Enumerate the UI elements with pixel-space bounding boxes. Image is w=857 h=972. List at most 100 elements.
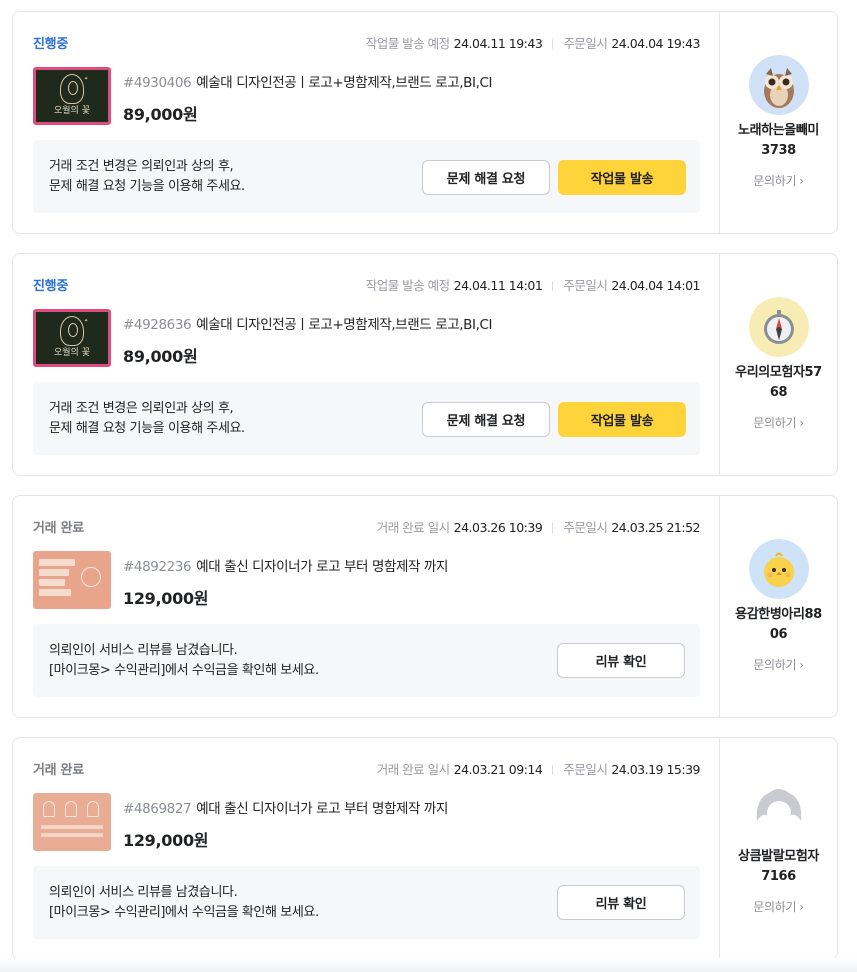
order-date-value: 24.04.04 14:01: [611, 278, 700, 293]
compass-avatar-icon[interactable]: [749, 297, 809, 357]
thumbnail-title: 오월의 꽃: [54, 348, 90, 358]
order-status-badge: 거래 완료: [33, 521, 84, 536]
order-notice-box: 거래 조건 변경은 의뢰인과 상의 후, 문제 해결 요청 기능을 이용해 주세…: [33, 382, 700, 455]
order-notice-box: 의뢰인이 서비스 리뷰를 남겼습니다. [마이크몽> 수익관리]에서 수익금을 …: [33, 624, 700, 697]
order-dates: 거래 완료 일시 24.03.21 09:14 주문일시 24.03.19 15:39: [376, 759, 701, 778]
flower-logo-icon: [60, 316, 84, 346]
notice-line: 문제 해결 요청 기능을 이용해 주세요.: [49, 421, 245, 436]
product-title-line[interactable]: #4892236 예대 출신 디자이너가 로고 부터 명함제작 까지: [123, 555, 448, 575]
contact-link[interactable]: 문의하기 ›: [720, 414, 837, 431]
order-date-value: 24.03.19 15:39: [611, 762, 700, 777]
request-resolution-button[interactable]: 문제 해결 요청: [422, 402, 550, 437]
order-card: 진행중 작업물 발송 예정 24.04.11 14:01 주문일시 24.04.04 …: [12, 253, 838, 476]
send-deliverable-button[interactable]: 작업물 발송: [558, 402, 686, 437]
product-title-line[interactable]: #4930406 예술대 디자인전공ㅣ로고+명함제작,브랜드 로고,BI,CI: [123, 71, 492, 91]
date-divider: [552, 39, 554, 49]
order-date-label: 주문일시: [563, 520, 608, 535]
order-number: #4892236: [123, 559, 192, 575]
notice-message: 거래 조건 변경은 의뢰인과 상의 후, 문제 해결 요청 기능을 이용해 주세…: [49, 399, 245, 439]
request-resolution-button[interactable]: 문제 해결 요청: [422, 160, 550, 195]
order-status-badge: 거래 완료: [33, 763, 84, 778]
buyer-panel: 용감한병아리88 06 문의하기 ›: [720, 496, 837, 717]
order-status-badge: 진행중: [33, 37, 68, 52]
buyer-name: 상큼발랄모험자 7166: [738, 849, 819, 884]
view-review-button[interactable]: 리뷰 확인: [557, 643, 685, 678]
delivery-date-value: 24.04.11 14:01: [453, 278, 543, 293]
date-divider: [552, 765, 554, 775]
order-date-label: 주문일시: [563, 278, 608, 293]
order-number: #4930406: [123, 75, 192, 91]
order-number: #4869827: [123, 801, 192, 817]
notice-line: 의뢰인이 서비스 리뷰를 남겼습니다.: [49, 643, 238, 658]
order-dates: 거래 완료 일시 24.03.26 10:39 주문일시 24.03.25 21:52: [376, 517, 701, 536]
notice-line: [마이크몽> 수익관리]에서 수익금을 확인해 보세요.: [49, 905, 319, 920]
product-title-line[interactable]: #4928636 예술대 디자인전공ㅣ로고+명함제작,브랜드 로고,BI,CI: [123, 313, 492, 333]
order-price: 129,000원: [123, 831, 209, 850]
default-user-avatar-icon[interactable]: [749, 781, 809, 841]
notice-line: 거래 조건 변경은 의뢰인과 상의 후,: [49, 159, 234, 174]
product-title: 예대 출신 디자이너가 로고 부터 명함제작 까지: [196, 559, 448, 575]
order-date-value: 24.04.04 19:43: [611, 36, 700, 51]
chick-avatar-icon[interactable]: [749, 539, 809, 599]
view-review-button[interactable]: 리뷰 확인: [557, 885, 685, 920]
buyer-name: 우리의모험자57 68: [735, 365, 822, 400]
notice-message: 거래 조건 변경은 의뢰인과 상의 후, 문제 해결 요청 기능을 이용해 주세…: [49, 157, 245, 197]
order-date-label: 주문일시: [563, 762, 608, 777]
completed-date-value: 24.03.21 09:14: [453, 762, 543, 777]
send-deliverable-button[interactable]: 작업물 발송: [558, 160, 686, 195]
contact-link[interactable]: 문의하기 ›: [720, 656, 837, 673]
delivery-date-label: 작업물 발송 예정: [365, 278, 450, 293]
order-card-main: 진행중 작업물 발송 예정 24.04.11 14:01 주문일시 24.04.04 …: [13, 254, 720, 475]
buyer-panel: 노래하는올빼미 3738 문의하기 ›: [720, 12, 837, 233]
owl-avatar-icon[interactable]: [749, 55, 809, 115]
order-price: 89,000원: [123, 347, 198, 366]
order-date-label: 주문일시: [563, 36, 608, 51]
product-title-line[interactable]: #4869827 예대 출신 디자이너가 로고 부터 명함제작 까지: [123, 797, 448, 817]
thumbnail-title: 오월의 꽃: [54, 106, 90, 116]
delivery-date-label: 작업물 발송 예정: [365, 36, 450, 51]
notice-line: 의뢰인이 서비스 리뷰를 남겼습니다.: [49, 885, 238, 900]
order-dates: 작업물 발송 예정 24.04.11 19:43 주문일시 24.04.04 19:4…: [365, 33, 701, 52]
product-title: 예술대 디자인전공ㅣ로고+명함제작,브랜드 로고,BI,CI: [196, 317, 493, 333]
product-thumbnail[interactable]: ✦ 오월의 꽃: [33, 309, 111, 367]
product-title: 예대 출신 디자이너가 로고 부터 명함제작 까지: [196, 801, 448, 817]
delivery-date-value: 24.04.11 19:43: [453, 36, 543, 51]
date-divider: [552, 281, 554, 291]
completed-date-label: 거래 완료 일시: [376, 762, 450, 777]
order-dates: 작업물 발송 예정 24.04.11 14:01 주문일시 24.04.04 14:0…: [365, 275, 701, 294]
contact-link[interactable]: 문의하기 ›: [720, 898, 837, 915]
notice-message: 의뢰인이 서비스 리뷰를 남겼습니다. [마이크몽> 수익관리]에서 수익금을 …: [49, 641, 319, 681]
order-price: 89,000원: [123, 105, 198, 124]
order-card-main: 거래 완료 거래 완료 일시 24.03.21 09:14 주문일시 24.03.19…: [13, 738, 720, 959]
completed-date-value: 24.03.26 10:39: [453, 520, 543, 535]
order-card-main: 거래 완료 거래 완료 일시 24.03.26 10:39 주문일시 24.03.25…: [13, 496, 720, 717]
order-notice-box: 거래 조건 변경은 의뢰인과 상의 후, 문제 해결 요청 기능을 이용해 주세…: [33, 140, 700, 213]
chevron-right-icon: ›: [799, 416, 804, 430]
notice-line: 문제 해결 요청 기능을 이용해 주세요.: [49, 179, 245, 194]
notice-line: 거래 조건 변경은 의뢰인과 상의 후,: [49, 401, 234, 416]
product-thumbnail[interactable]: ✦ 오월의 꽃: [33, 67, 111, 125]
order-status-badge: 진행중: [33, 279, 68, 294]
flower-logo-icon: [60, 74, 84, 104]
contact-link[interactable]: 문의하기 ›: [720, 172, 837, 189]
buyer-panel: 상큼발랄모험자 7166 문의하기 ›: [720, 738, 837, 959]
product-thumbnail[interactable]: [33, 793, 111, 851]
order-date-value: 24.03.25 21:52: [611, 520, 700, 535]
page-bottom-edge: [0, 958, 857, 972]
chevron-right-icon: ›: [799, 900, 804, 914]
product-thumbnail[interactable]: [33, 551, 111, 609]
order-card: 진행중 작업물 발송 예정 24.04.11 19:43 주문일시 24.04.04 …: [12, 11, 838, 234]
buyer-name: 용감한병아리88 06: [735, 607, 822, 642]
date-divider: [552, 523, 554, 533]
notice-line: [마이크몽> 수익관리]에서 수익금을 확인해 보세요.: [49, 663, 319, 678]
completed-date-label: 거래 완료 일시: [376, 520, 450, 535]
order-card: 거래 완료 거래 완료 일시 24.03.26 10:39 주문일시 24.03.25…: [12, 495, 838, 718]
chevron-right-icon: ›: [799, 658, 804, 672]
order-card-main: 진행중 작업물 발송 예정 24.04.11 19:43 주문일시 24.04.04 …: [13, 12, 720, 233]
order-price: 129,000원: [123, 589, 209, 608]
buyer-name: 노래하는올빼미 3738: [738, 123, 819, 158]
product-title: 예술대 디자인전공ㅣ로고+명함제작,브랜드 로고,BI,CI: [196, 75, 493, 91]
buyer-panel: 우리의모험자57 68 문의하기 ›: [720, 254, 837, 475]
notice-message: 의뢰인이 서비스 리뷰를 남겼습니다. [마이크몽> 수익관리]에서 수익금을 …: [49, 883, 319, 923]
order-number: #4928636: [123, 317, 192, 333]
